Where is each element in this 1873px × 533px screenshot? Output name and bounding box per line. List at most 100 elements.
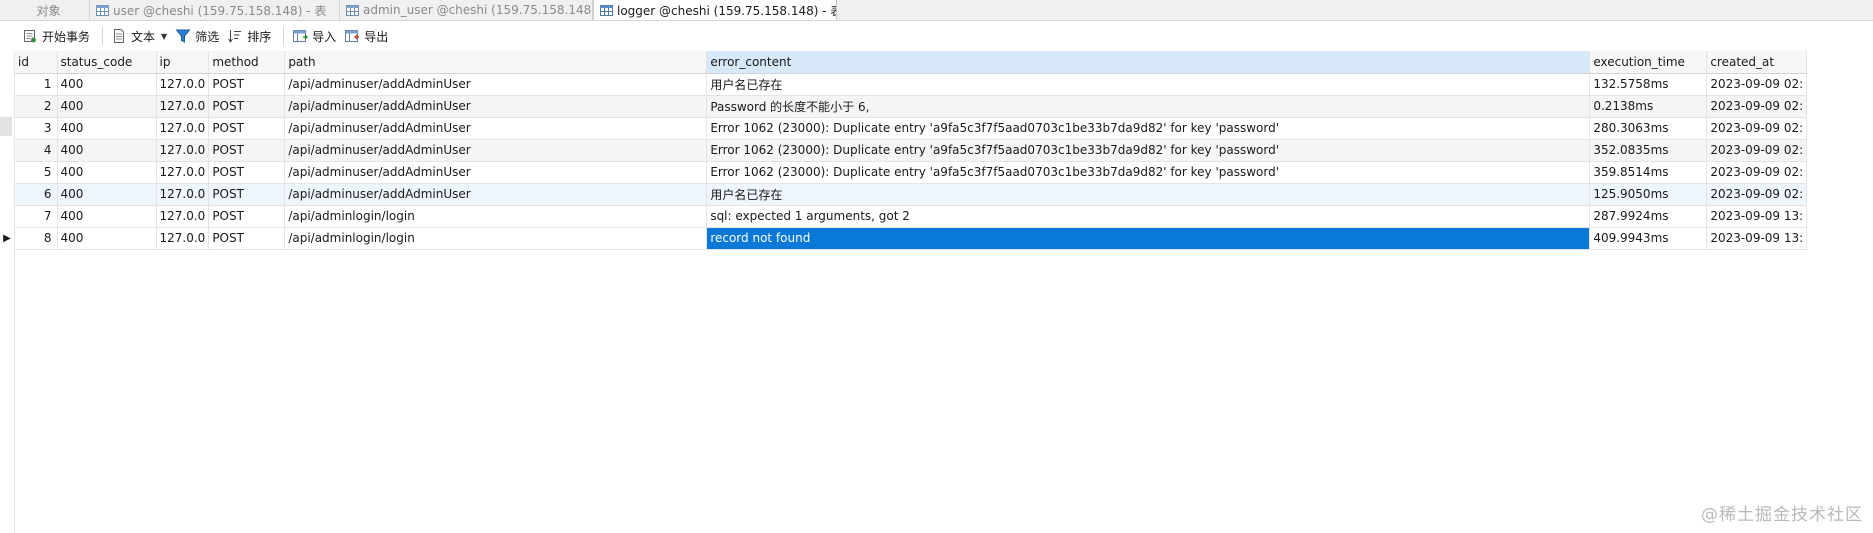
table-grid-icon <box>600 4 613 16</box>
toolbar: 开始事务 文本 ▼ 筛选 排序 导入 导出 <box>0 21 1873 51</box>
cell-method[interactable]: POST <box>208 117 286 140</box>
column-header-execution-time[interactable]: execution_time <box>1589 51 1708 74</box>
cell-created-at[interactable]: 2023-09-09 02: <box>1706 161 1808 184</box>
column-header-ip[interactable]: ip <box>156 51 210 74</box>
column-header-method[interactable]: method <box>208 51 286 74</box>
cell-created-at[interactable]: 2023-09-09 02: <box>1706 183 1808 206</box>
cell-path[interactable]: /api/adminuser/addAdminUser <box>284 73 708 96</box>
filter-button[interactable]: 筛选 <box>173 25 225 47</box>
tab-logger-table[interactable]: logger @cheshi (159.75.158.148) - 表 <box>593 0 837 20</box>
table-row-selected[interactable]: 8 400 127.0.0 POST /api/adminlogin/login… <box>15 227 1808 250</box>
cell-path[interactable]: /api/adminuser/addAdminUser <box>284 117 708 140</box>
cell-id[interactable]: 1 <box>15 73 58 96</box>
cell-error-content[interactable]: Password 的长度不能小于 6, <box>706 95 1591 118</box>
import-button[interactable]: 导入 <box>290 25 342 47</box>
toolbar-divider <box>102 27 104 45</box>
cell-status-code[interactable]: 400 <box>57 139 157 162</box>
cell-created-at[interactable]: 2023-09-09 02: <box>1706 139 1808 162</box>
cell-execution-time[interactable]: 409.9943ms <box>1589 227 1708 250</box>
cell-created-at[interactable]: 2023-09-09 02: <box>1706 117 1808 140</box>
cell-created-at[interactable]: 2023-09-09 13: <box>1706 205 1808 228</box>
cell-method[interactable]: POST <box>208 205 286 228</box>
toolbar-divider <box>283 27 285 45</box>
table-row[interactable]: 5 400 127.0.0 POST /api/adminuser/addAdm… <box>15 161 1808 184</box>
table-row[interactable]: 1 400 127.0.0 POST /api/adminuser/addAdm… <box>15 73 1808 96</box>
cell-ip[interactable]: 127.0.0 <box>156 227 210 250</box>
cell-path[interactable]: /api/adminuser/addAdminUser <box>284 183 708 206</box>
table-row[interactable]: 3 400 127.0.0 POST /api/adminuser/addAdm… <box>15 117 1808 140</box>
table-grid-icon <box>346 4 359 16</box>
cell-ip[interactable]: 127.0.0 <box>156 117 210 140</box>
cell-error-content[interactable]: Error 1062 (23000): Duplicate entry 'a9f… <box>706 117 1591 140</box>
cell-path[interactable]: /api/adminuser/addAdminUser <box>284 161 708 184</box>
tab-objects[interactable]: 对象 <box>0 0 90 20</box>
cell-execution-time[interactable]: 359.8514ms <box>1589 161 1708 184</box>
text-view-button[interactable]: 文本 ▼ <box>109 25 173 47</box>
table-row[interactable]: 6 400 127.0.0 POST /api/adminuser/addAdm… <box>15 183 1808 206</box>
table-row[interactable]: 7 400 127.0.0 POST /api/adminlogin/login… <box>15 205 1808 228</box>
column-header-error-content[interactable]: error_content <box>706 51 1591 74</box>
export-label: 导出 <box>364 29 389 44</box>
cell-ip[interactable]: 127.0.0 <box>156 139 210 162</box>
cell-error-content[interactable]: Error 1062 (23000): Duplicate entry 'a9f… <box>706 161 1591 184</box>
cell-error-content-selected[interactable]: record not found <box>706 227 1591 250</box>
cell-id[interactable]: 4 <box>15 139 58 162</box>
export-button[interactable]: 导出 <box>342 25 394 47</box>
tab-admin-user-table[interactable]: admin_user @cheshi (159.75.158.148... <box>340 0 593 20</box>
table-row[interactable]: 2 400 127.0.0 POST /api/adminuser/addAdm… <box>15 95 1808 118</box>
cell-method[interactable]: POST <box>208 73 286 96</box>
cell-error-content[interactable]: 用户名已存在 <box>706 73 1591 96</box>
cell-execution-time[interactable]: 352.0835ms <box>1589 139 1708 162</box>
cell-ip[interactable]: 127.0.0 <box>156 205 210 228</box>
cell-path[interactable]: /api/adminlogin/login <box>284 227 708 250</box>
cell-ip[interactable]: 127.0.0 <box>156 161 210 184</box>
cell-id[interactable]: 7 <box>15 205 58 228</box>
cell-id[interactable]: 8 <box>15 227 58 250</box>
cell-created-at[interactable]: 2023-09-09 13: <box>1706 227 1808 250</box>
cell-execution-time[interactable]: 287.9924ms <box>1589 205 1708 228</box>
cell-id[interactable]: 6 <box>15 183 58 206</box>
column-header-created-at[interactable]: created_at <box>1706 51 1808 74</box>
cell-execution-time[interactable]: 0.2138ms <box>1589 95 1708 118</box>
cell-created-at[interactable]: 2023-09-09 02: <box>1706 73 1808 96</box>
sort-lines-icon <box>228 30 242 43</box>
cell-method[interactable]: POST <box>208 227 286 250</box>
cell-method[interactable]: POST <box>208 161 286 184</box>
cell-method[interactable]: POST <box>208 183 286 206</box>
cell-execution-time[interactable]: 132.5758ms <box>1589 73 1708 96</box>
cell-execution-time[interactable]: 280.3063ms <box>1589 117 1708 140</box>
cell-ip[interactable]: 127.0.0 <box>156 95 210 118</box>
begin-transaction-button[interactable]: 开始事务 <box>20 25 96 47</box>
table-grid-icon <box>96 4 109 16</box>
chevron-down-icon[interactable]: ▼ <box>161 32 167 41</box>
cell-status-code[interactable]: 400 <box>57 95 157 118</box>
cell-status-code[interactable]: 400 <box>57 73 157 96</box>
cell-execution-time[interactable]: 125.9050ms <box>1589 183 1708 206</box>
cell-id[interactable]: 5 <box>15 161 58 184</box>
tab-user-table[interactable]: user @cheshi (159.75.158.148) - 表 <box>90 0 340 20</box>
cell-path[interactable]: /api/adminlogin/login <box>284 205 708 228</box>
table-row[interactable]: 4 400 127.0.0 POST /api/adminuser/addAdm… <box>15 139 1808 162</box>
cell-status-code[interactable]: 400 <box>57 183 157 206</box>
cell-path[interactable]: /api/adminuser/addAdminUser <box>284 95 708 118</box>
sort-button[interactable]: 排序 <box>225 25 277 47</box>
column-header-id[interactable]: id <box>15 51 58 74</box>
cell-ip[interactable]: 127.0.0 <box>156 73 210 96</box>
cell-ip[interactable]: 127.0.0 <box>156 183 210 206</box>
cell-error-content[interactable]: 用户名已存在 <box>706 183 1591 206</box>
cell-method[interactable]: POST <box>208 139 286 162</box>
cell-error-content[interactable]: sql: expected 1 arguments, got 2 <box>706 205 1591 228</box>
cell-status-code[interactable]: 400 <box>57 227 157 250</box>
cell-method[interactable]: POST <box>208 95 286 118</box>
cell-status-code[interactable]: 400 <box>57 161 157 184</box>
cell-id[interactable]: 2 <box>15 95 58 118</box>
cell-status-code[interactable]: 400 <box>57 205 157 228</box>
cell-id[interactable]: 3 <box>15 117 58 140</box>
cell-created-at[interactable]: 2023-09-09 02: <box>1706 95 1808 118</box>
cell-status-code[interactable]: 400 <box>57 117 157 140</box>
cell-path[interactable]: /api/adminuser/addAdminUser <box>284 139 708 162</box>
column-header-path[interactable]: path <box>284 51 708 74</box>
import-label: 导入 <box>312 29 337 44</box>
cell-error-content[interactable]: Error 1062 (23000): Duplicate entry 'a9f… <box>706 139 1591 162</box>
column-header-status-code[interactable]: status_code <box>57 51 157 74</box>
